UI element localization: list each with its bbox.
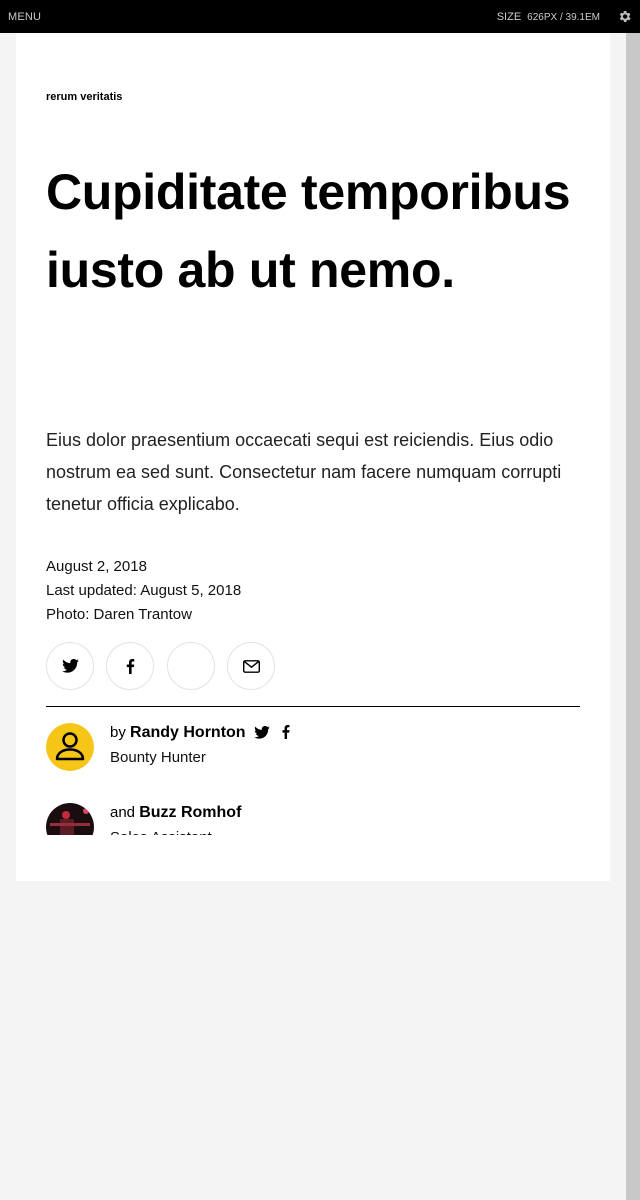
size-value: 626PX / 39.1EM (527, 12, 600, 23)
mail-icon (242, 659, 260, 673)
photo-credit: Photo: Daren Trantow (46, 606, 192, 623)
author-prefix: and (110, 804, 136, 821)
section-eyebrow[interactable]: rerum veritatis (46, 91, 122, 103)
twitter-icon (61, 659, 79, 673)
author-name[interactable]: Buzz Romhof (139, 804, 241, 821)
menu-button[interactable]: MENU (8, 11, 41, 23)
article-headline: Cupiditate temporibus iusto ab ut nemo. (46, 164, 571, 298)
facebook-icon[interactable] (282, 725, 290, 739)
author-name[interactable]: Randy Hornton (130, 724, 246, 741)
top-bar: MENU SIZE 626PX / 39.1EM (0, 0, 640, 33)
card-bottom-mask (46, 835, 580, 881)
size-label: SIZE (496, 11, 522, 23)
avatar[interactable] (46, 723, 94, 771)
facebook-icon (126, 658, 134, 674)
share-mail-button[interactable] (227, 642, 275, 690)
person-placeholder-icon (46, 723, 94, 771)
updated-date: Last updated: August 5, 2018 (46, 582, 242, 599)
size-readout: SIZE 626PX / 39.1EM (497, 11, 600, 23)
author-1: by Randy Hornton Bounty Hunter (46, 723, 546, 783)
author-byline: and Buzz Romhof (110, 804, 241, 822)
share-blank-button[interactable] (167, 642, 215, 690)
share-facebook-button[interactable] (106, 642, 154, 690)
article-dek: Eius dolor praesentium occaecati sequi e… (46, 430, 562, 514)
scrollbar[interactable] (626, 33, 640, 1200)
twitter-icon[interactable] (253, 726, 270, 739)
author-prefix: by (110, 724, 126, 741)
article-meta: August 2, 2018 Last updated: August 5, 2… (46, 555, 241, 627)
publish-date: August 2, 2018 (46, 558, 147, 575)
author-byline: by Randy Hornton (110, 724, 290, 742)
share-twitter-button[interactable] (46, 642, 94, 690)
divider (46, 706, 580, 707)
article-card: rerum veritatis Cupiditate temporibus iu… (16, 33, 610, 881)
gear-icon[interactable] (617, 9, 632, 24)
author-role: Bounty Hunter (110, 749, 206, 766)
